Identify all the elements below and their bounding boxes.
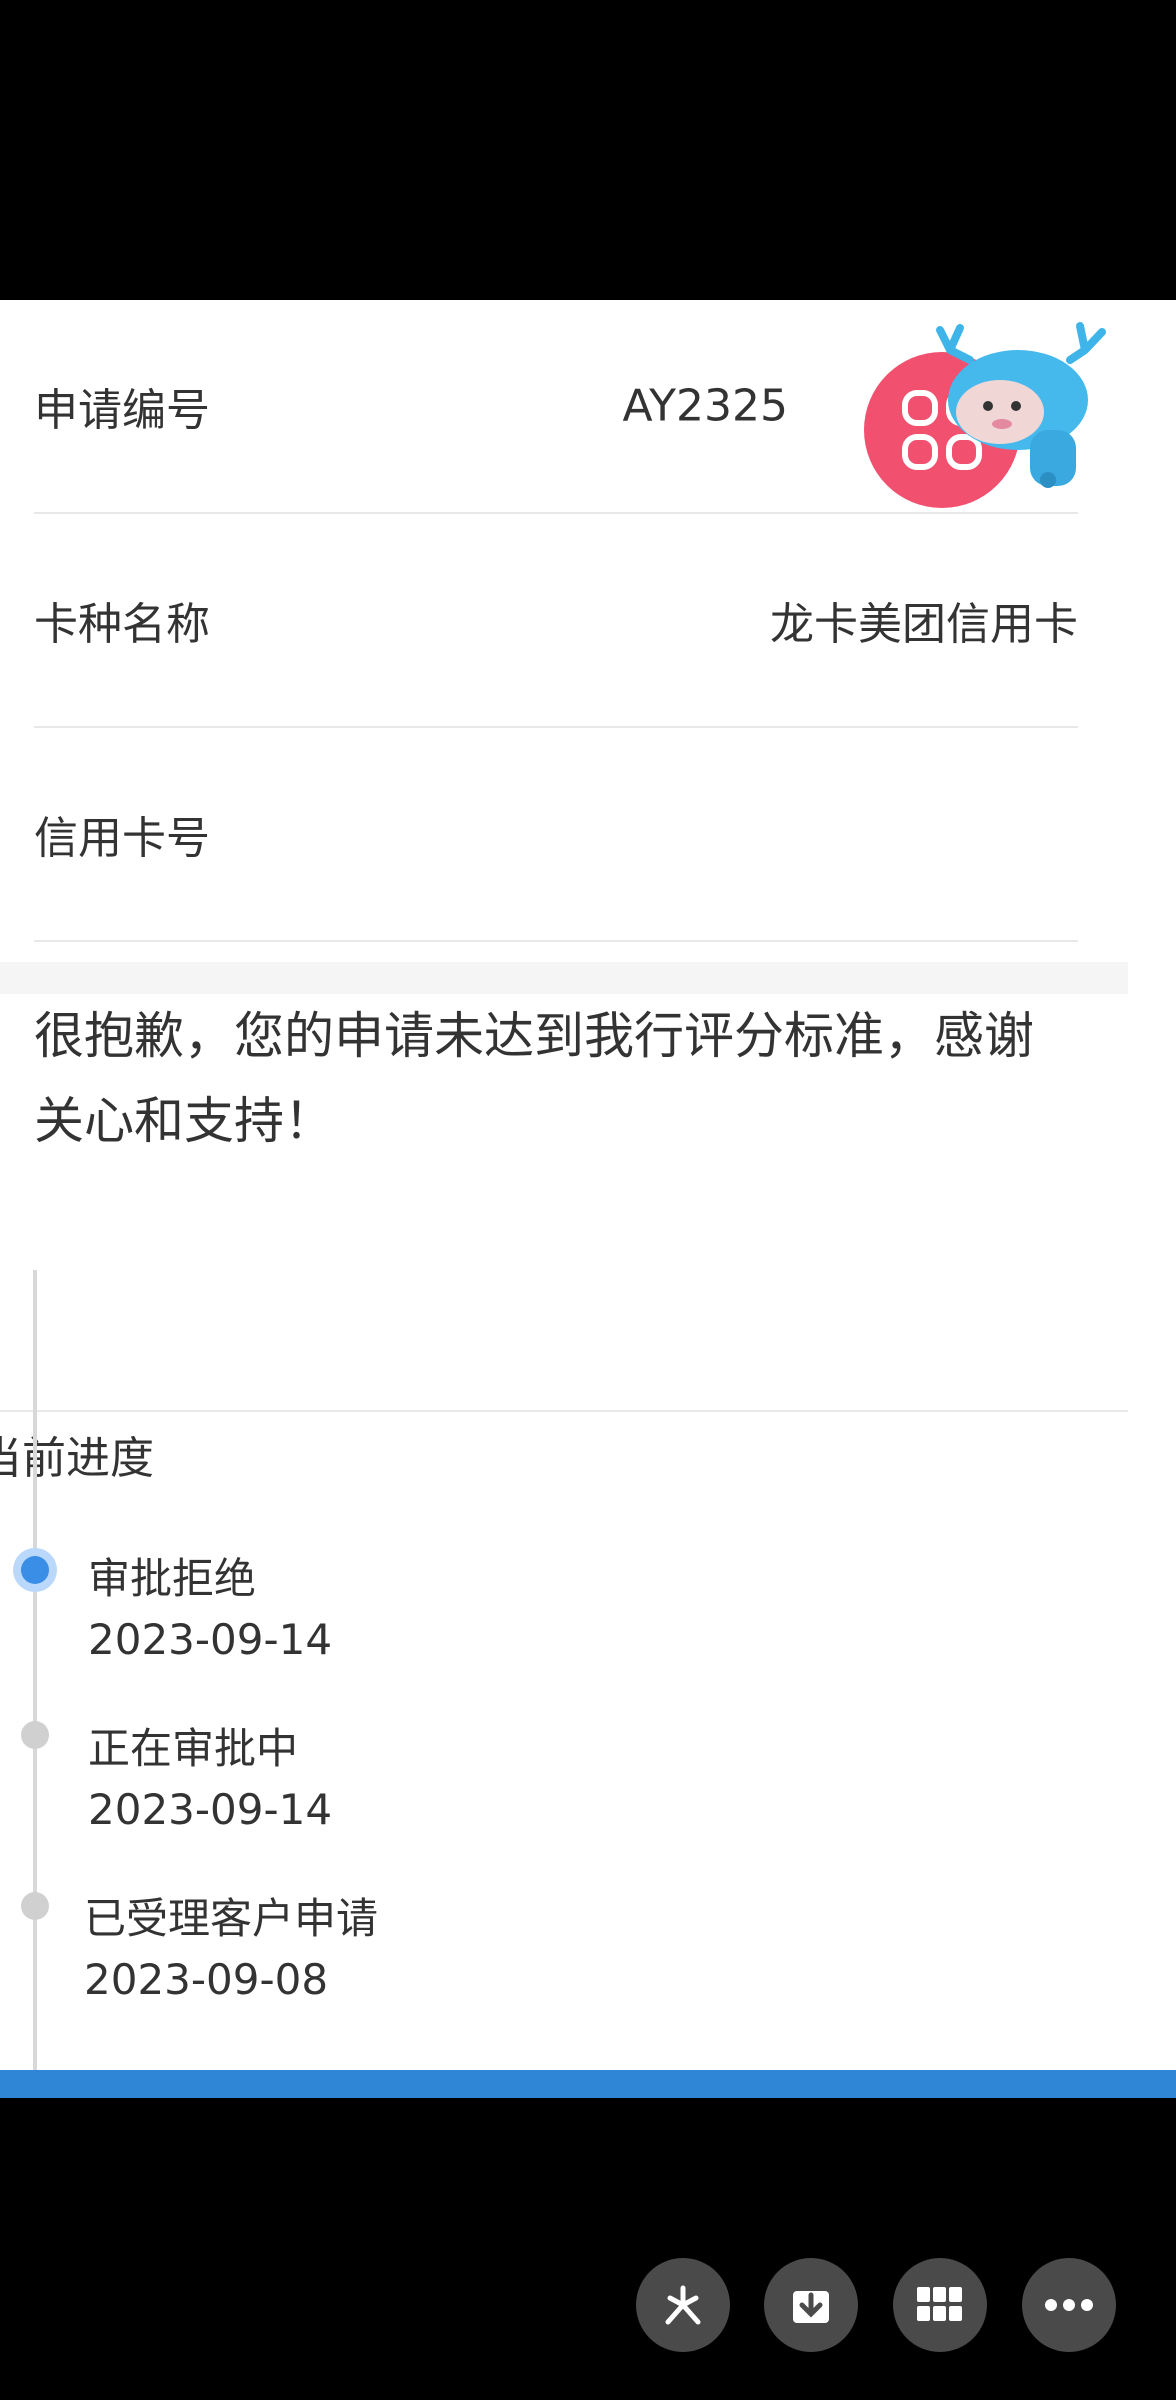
more-icon (1045, 2299, 1093, 2311)
card-type-row: 卡种名称 龙卡美团信用卡 (34, 514, 1078, 728)
apps-button[interactable] (893, 2258, 987, 2352)
more-button[interactable] (1022, 2258, 1116, 2352)
card-number-row: 信用卡号 (34, 728, 1078, 942)
timeline-dot (21, 1892, 49, 1920)
top-blank-area (0, 0, 1176, 300)
timeline-dot-active (21, 1556, 49, 1584)
card-number-label: 信用卡号 (34, 813, 210, 864)
timeline-line (33, 1270, 37, 2070)
application-number-label: 申请编号 (34, 385, 210, 436)
step-status: 审批拒绝 (88, 1554, 257, 1603)
timeline-dot (21, 1721, 49, 1749)
apps-grid-icon (917, 2287, 962, 2321)
divider (0, 1410, 1128, 1412)
progress-title: 当前进度 (0, 1433, 154, 1484)
download-icon (793, 2291, 829, 2323)
bottom-accent-bar (0, 2070, 1176, 2098)
card-type-label: 卡种名称 (34, 599, 210, 650)
application-detail-panel: 申请编号 AY2325 卡种名称 龙卡美团信用卡 信用卡号 很抱歉，您的申请未达… (0, 300, 1176, 2070)
sparkle-button[interactable] (636, 2258, 730, 2352)
card-type-value: 龙卡美团信用卡 (770, 599, 1078, 650)
step-date: 2023-09-08 (84, 1955, 329, 2004)
step-status: 正在审批中 (88, 1724, 299, 1773)
download-button[interactable] (764, 2258, 858, 2352)
deer-mascot-icon[interactable] (930, 320, 1110, 490)
result-message: 很抱歉，您的申请未达到我行评分标准，感谢关心和支持！ (34, 1007, 1034, 1150)
step-status: 已受理客户申请 (84, 1894, 379, 1943)
application-number-value: AY2325 (622, 380, 788, 432)
step-date: 2023-09-14 (88, 1785, 333, 1834)
sparkle-icon (665, 2285, 701, 2325)
step-date: 2023-09-14 (88, 1615, 333, 1664)
section-separator (0, 962, 1128, 994)
